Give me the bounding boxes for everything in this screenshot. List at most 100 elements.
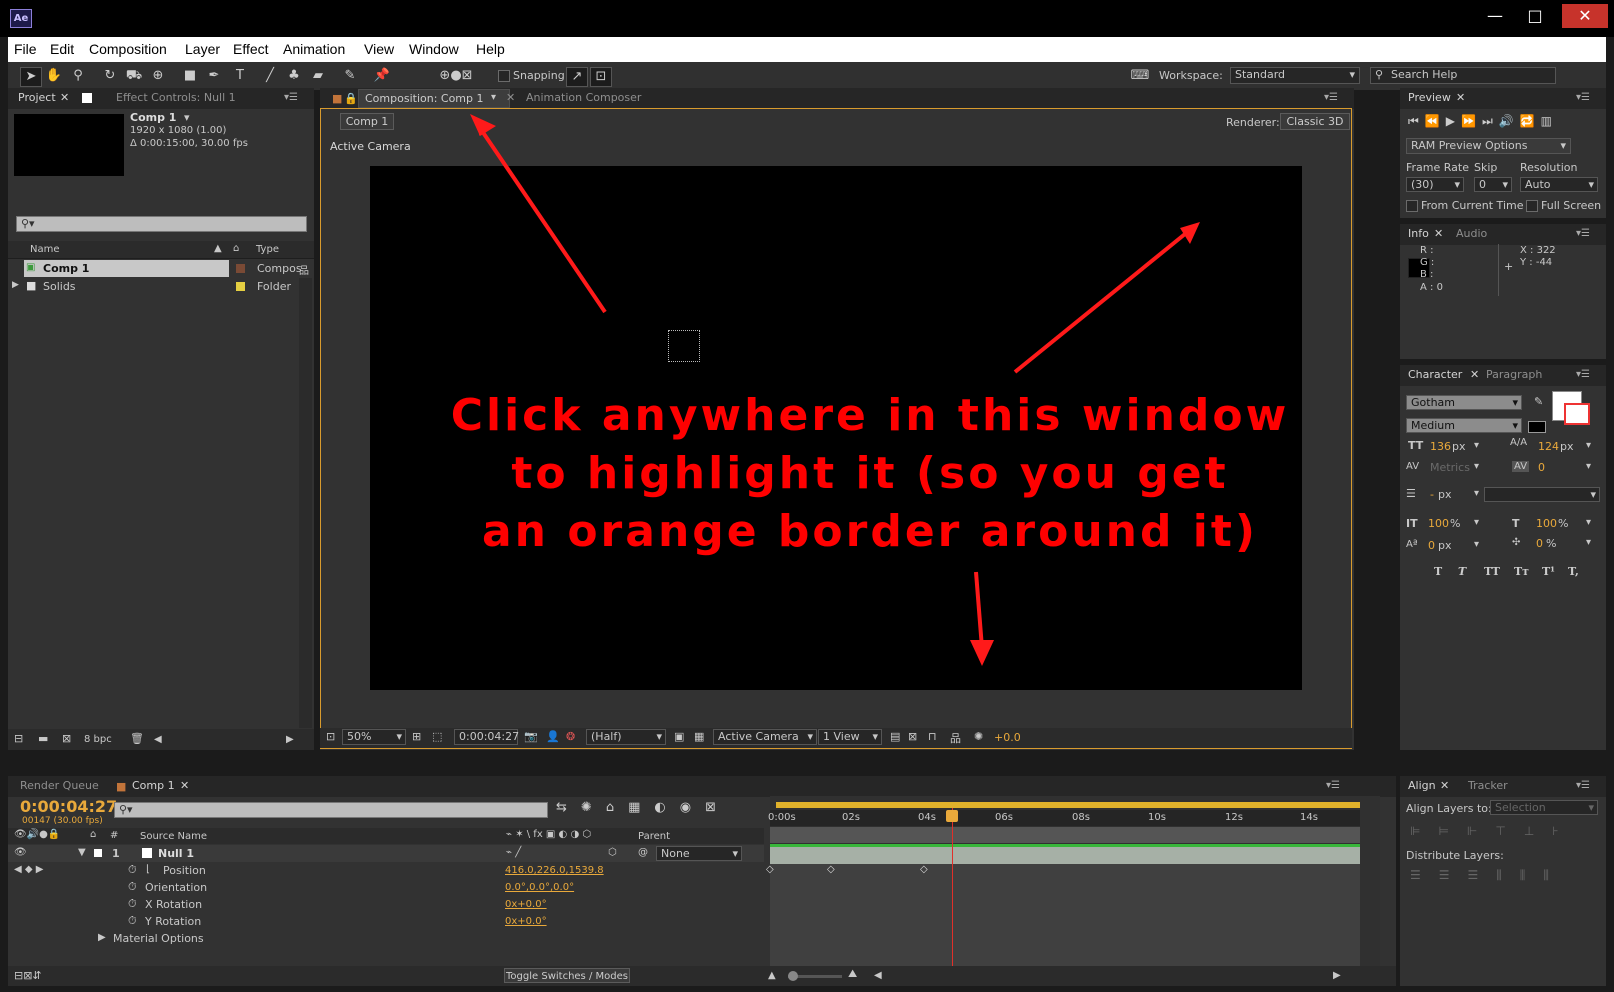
chevron-down-icon[interactable]: ▾ <box>1474 539 1479 550</box>
font-style-dropdown[interactable]: Medium ▾ <box>1406 418 1522 433</box>
frame-rate-dropdown[interactable]: (30) ▾ <box>1406 177 1464 192</box>
panel-menu-icon[interactable]: ▾☰ <box>1576 369 1590 380</box>
skip-dropdown[interactable]: 0 ▾ <box>1474 177 1512 192</box>
font-size-value[interactable]: 136 <box>1430 440 1451 453</box>
layer-name[interactable]: Null 1 <box>158 847 194 860</box>
live-update-icon[interactable]: ✺ <box>581 800 606 815</box>
timeline-current-time[interactable]: 0:00:04:27 <box>20 797 117 816</box>
chevron-down-icon[interactable]: ▾ <box>1474 440 1479 451</box>
distribute-buttons[interactable]: ☰☰☰⫼⫼⫼ <box>1410 868 1600 886</box>
toggle-switches-modes-button[interactable]: Toggle Switches / Modes <box>504 968 630 983</box>
last-frame-icon[interactable]: ⏭ <box>1482 114 1499 128</box>
3d-layer-switch-icon[interactable]: ⬡ <box>608 847 617 858</box>
tab-align[interactable]: Align <box>1408 779 1436 792</box>
from-current-time-checkbox[interactable] <box>1406 200 1418 212</box>
property-value[interactable]: 416.0,226.0,1539.8 <box>505 865 604 876</box>
property-row[interactable]: ⏱ X Rotation 0x+0.0° <box>8 897 764 913</box>
chevron-down-icon[interactable]: ▾ <box>1586 517 1591 528</box>
label-color-swatch[interactable] <box>94 849 102 857</box>
eye-icon[interactable]: 👁 <box>14 847 27 858</box>
zoom-in-icon[interactable]: ⛰ <box>848 967 857 981</box>
tab-paragraph[interactable]: Paragraph <box>1486 368 1542 381</box>
shy-switch-icon[interactable]: ⌁ ╱ <box>506 847 521 858</box>
full-screen-checkbox[interactable] <box>1526 200 1538 212</box>
tracking-value[interactable]: 0 <box>1538 461 1545 474</box>
faux-italic-button[interactable]: T <box>1458 565 1466 578</box>
hide-shy-icon[interactable]: ▦ <box>628 800 654 815</box>
playhead-handle[interactable] <box>946 810 958 822</box>
baseline-shift-value[interactable]: 0 <box>1428 539 1435 552</box>
scroll-left-icon[interactable]: ◀ <box>874 970 882 981</box>
parent-dropdown[interactable]: None ▾ <box>656 846 742 861</box>
chevron-down-icon[interactable]: ▾ <box>1586 537 1591 548</box>
faux-bold-button[interactable]: T <box>1434 565 1442 578</box>
audio-icon[interactable]: 🔊 <box>1499 114 1520 128</box>
property-row[interactable]: ⏱ Orientation 0.0°,0.0°,0.0° <box>8 880 764 896</box>
close-icon[interactable]: ✕ <box>1434 227 1443 240</box>
graph-editor-icon[interactable]: ⊠ <box>705 800 730 815</box>
vertical-scale-value[interactable]: 100 <box>1428 517 1449 530</box>
tab-tracker[interactable]: Tracker <box>1468 779 1508 792</box>
font-family-dropdown[interactable]: Gotham ▾ <box>1406 395 1522 410</box>
kerning-value[interactable]: Metrics <box>1430 461 1470 474</box>
stroke-color-swatch[interactable] <box>1564 403 1590 425</box>
keyframe-icon[interactable]: ◇ <box>920 864 928 875</box>
tab-timeline-comp[interactable]: Comp 1 <box>132 779 175 792</box>
zoom-out-icon[interactable]: ▲ <box>768 970 776 981</box>
graph-icon[interactable]: ⌊ <box>146 864 150 875</box>
stopwatch-icon[interactable]: ⏱ <box>128 914 137 928</box>
superscript-button[interactable]: T¹ <box>1542 565 1555 578</box>
leading-value[interactable]: 124 <box>1538 440 1559 453</box>
tsume-value[interactable]: 0 <box>1536 537 1543 550</box>
align-buttons[interactable]: ⊫⊨⊩⊤⊥⊦ <box>1410 824 1600 842</box>
first-frame-icon[interactable]: ⏮ <box>1408 114 1425 128</box>
resolution-dropdown[interactable]: Auto ▾ <box>1520 177 1598 192</box>
close-icon[interactable]: ✕ <box>1440 779 1449 792</box>
motion-blur-icon[interactable]: ◉ <box>680 800 705 815</box>
panel-menu-icon[interactable]: ▾☰ <box>1326 780 1340 791</box>
expand-arrow-icon[interactable]: ▼ <box>78 847 86 858</box>
tab-info[interactable]: Info <box>1408 227 1429 240</box>
black-swatch[interactable] <box>1528 421 1546 433</box>
align-to-dropdown[interactable]: Selection ▾ <box>1490 800 1598 815</box>
keyframe-navigator-icon[interactable]: ◀ ◆ ▶ <box>14 864 43 875</box>
col-parent[interactable]: Parent <box>638 831 670 842</box>
footer-switch-icons[interactable]: ⊟⊠⇵ <box>14 969 42 982</box>
close-icon[interactable]: ✕ <box>1470 368 1479 381</box>
subscript-button[interactable]: T, <box>1568 565 1579 578</box>
property-group-row[interactable]: ▶ Material Options <box>8 931 764 947</box>
time-ruler[interactable]: 0:00s 02s 04s 06s 08s 10s 12s 14s <box>768 810 1360 826</box>
play-icon[interactable]: ▶ <box>1446 114 1461 128</box>
work-area-bar[interactable] <box>776 802 1360 808</box>
zoom-slider[interactable] <box>788 971 842 981</box>
keyframe-icon[interactable]: ◇ <box>827 864 835 875</box>
property-value[interactable]: 0.0°,0.0°,0.0° <box>505 882 574 893</box>
tab-preview[interactable]: Preview <box>1408 91 1451 104</box>
time-graph[interactable]: 0:00s 02s 04s 06s 08s 10s 12s 14s ◇ ◇ ◇ <box>766 796 1380 966</box>
expand-arrow-icon[interactable]: ▶ <box>98 932 106 943</box>
keyframe-icon[interactable]: ◇ <box>766 864 774 875</box>
chevron-down-icon[interactable]: ▾ <box>1474 488 1479 499</box>
close-icon[interactable]: ✕ <box>180 779 189 792</box>
timeline-search-input[interactable]: ⚲▾ <box>114 802 548 818</box>
frame-blending-icon[interactable]: ◐ <box>654 800 679 815</box>
chevron-down-icon[interactable]: ▾ <box>1586 461 1591 472</box>
stroke-width-value[interactable]: - <box>1430 488 1434 501</box>
property-value[interactable]: 0x+0.0° <box>505 899 547 910</box>
draft-3d-icon[interactable]: ⌂ <box>606 800 628 815</box>
panel-menu-icon[interactable]: ▾☰ <box>1576 228 1590 239</box>
loop-icon[interactable]: 🔁 <box>1520 114 1541 128</box>
stroke-style-dropdown[interactable]: ▾ <box>1484 487 1600 502</box>
layer-duration-bar[interactable] <box>770 847 1360 864</box>
scroll-right-icon[interactable]: ▶ <box>1333 970 1341 981</box>
stopwatch-icon[interactable]: ⏱ <box>128 880 137 894</box>
stopwatch-icon[interactable]: ⏱ <box>128 897 137 911</box>
small-caps-button[interactable]: Tт <box>1514 565 1529 578</box>
tab-render-queue[interactable]: Render Queue <box>20 779 99 792</box>
all-caps-button[interactable]: TT <box>1484 565 1500 578</box>
chevron-down-icon[interactable]: ▾ <box>1474 461 1479 472</box>
tab-audio[interactable]: Audio <box>1456 227 1487 240</box>
ram-preview-icon[interactable]: ▥ <box>1541 114 1558 128</box>
col-source-name[interactable]: Source Name <box>140 831 207 842</box>
chevron-down-icon[interactable]: ▾ <box>1474 517 1479 528</box>
